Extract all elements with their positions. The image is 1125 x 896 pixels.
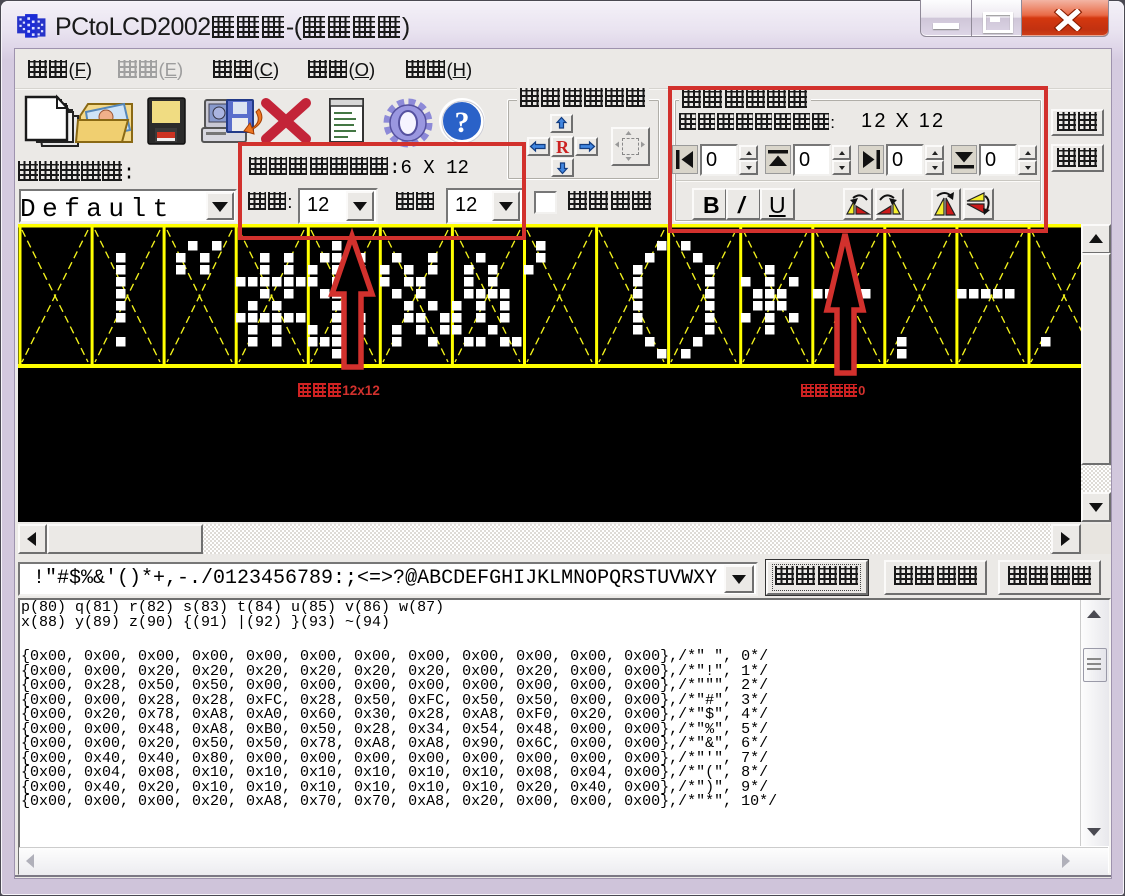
svg-text:?: ?	[455, 106, 470, 139]
